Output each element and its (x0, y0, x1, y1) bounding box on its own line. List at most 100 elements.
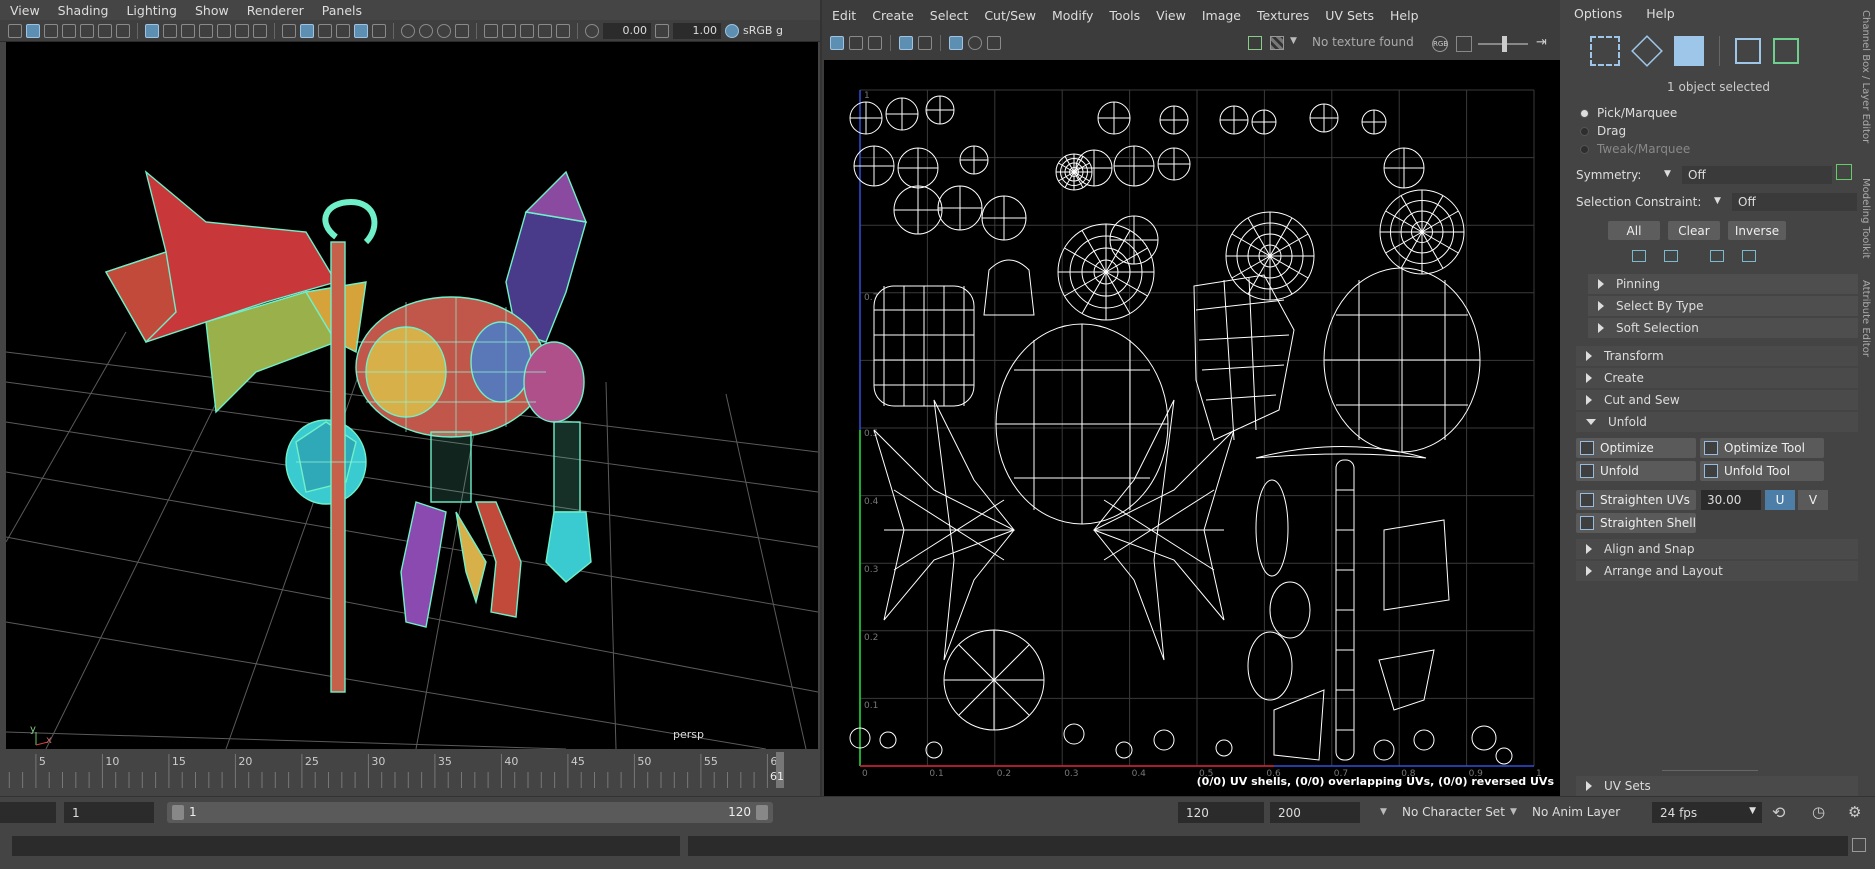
section-uv-sets[interactable]: UV Sets (1576, 776, 1858, 796)
section-create[interactable]: Create (1576, 368, 1858, 388)
section-arrange-and-layout[interactable]: Arrange and Layout (1576, 561, 1858, 581)
film-gate-icon[interactable] (163, 23, 177, 38)
exposure-field[interactable]: 0.00 (603, 22, 651, 39)
checker-dropdown-icon[interactable]: ▼ (1290, 36, 1297, 46)
straighten-u-toggle[interactable]: U (1765, 490, 1795, 510)
safe-action-icon[interactable] (235, 23, 249, 38)
unfold-button[interactable]: Unfold (1576, 461, 1696, 481)
anti-aliasing-icon[interactable] (437, 23, 451, 38)
mode-tweak-marquee[interactable]: Tweak/Marquee (1580, 142, 1690, 156)
shrink-selection-icon[interactable] (1632, 250, 1646, 262)
grease-pencil-icon[interactable] (98, 23, 112, 38)
command-input[interactable] (12, 836, 680, 856)
use-all-lights-icon[interactable] (354, 23, 368, 38)
camera-attributes-icon[interactable] (44, 23, 58, 38)
character-set-label[interactable]: No Character Set (1402, 805, 1505, 819)
section-select-by-type[interactable]: Select By Type (1588, 296, 1858, 316)
uv-menu-help[interactable]: Help (1390, 8, 1419, 23)
uv-menu-create[interactable]: Create (872, 8, 914, 23)
loop-icon[interactable]: ⟲ (1772, 803, 1785, 822)
symmetry-dropdown[interactable]: Off (1682, 166, 1832, 184)
uv-distortion-icon[interactable] (968, 36, 982, 50)
straighten-v-toggle[interactable]: V (1798, 490, 1828, 510)
optimize-button[interactable]: Optimize (1576, 438, 1696, 458)
symmetry-settings-icon[interactable] (1836, 164, 1852, 180)
rgb-channel-icon[interactable]: RGB (1432, 36, 1448, 52)
wireframe-icon[interactable] (282, 23, 296, 38)
field-chart-icon[interactable] (217, 23, 231, 38)
exposure-toggle-icon[interactable] (1456, 36, 1472, 52)
colorspace-label[interactable]: sRGB g (743, 24, 783, 37)
panel-splitter[interactable] (1662, 770, 1758, 771)
straighten-shell-button[interactable]: Straighten Shell (1576, 513, 1696, 533)
select-shortest-path-icon[interactable] (1742, 250, 1756, 262)
uv-checker-icon[interactable] (849, 36, 863, 50)
uv-canvas[interactable]: 1 0.7 0.5 0.4 0.3 0.2 0.1 0 0.1 0.2 0.3 0.4 0.5 0.6 0.… (824, 60, 1560, 796)
shadows-icon[interactable] (372, 23, 386, 38)
uv-menu-edit[interactable]: Edit (832, 8, 856, 23)
uv-mode-icon[interactable] (1590, 36, 1620, 66)
anim-layer-dropdown-icon[interactable]: ▼ (1510, 807, 1517, 817)
section-align-and-snap[interactable]: Align and Snap (1576, 539, 1858, 559)
select-inverse-button[interactable]: Inverse (1728, 221, 1786, 240)
mode-drag[interactable]: Drag (1580, 124, 1626, 138)
anim-layer-label[interactable]: No Anim Layer (1532, 805, 1620, 819)
uv-menu-view[interactable]: View (1156, 8, 1186, 23)
start-time-field[interactable] (0, 802, 56, 823)
straighten-uvs-button[interactable]: Straighten UVs (1576, 490, 1696, 510)
section-unfold[interactable]: Unfold (1576, 412, 1858, 432)
uv-menu-cut-sew[interactable]: Cut/Sew (984, 8, 1036, 23)
toolkit-menu-help[interactable]: Help (1646, 6, 1675, 21)
multi-component-icon[interactable] (1773, 38, 1799, 64)
constraint-chevron-icon[interactable]: ▼ (1714, 196, 1721, 206)
image-display-icon[interactable] (1248, 36, 1262, 50)
wireframe-on-shaded-icon[interactable] (318, 23, 332, 38)
preferences-icon[interactable]: ⚙ (1848, 803, 1861, 821)
xray-joints-icon[interactable] (520, 23, 534, 38)
textured-icon[interactable] (336, 23, 350, 38)
uv-display-grid-icon[interactable] (949, 36, 963, 50)
animation-end-field[interactable]: 200 (1270, 802, 1360, 823)
uv-grid-icon[interactable] (899, 36, 913, 50)
radio-drag[interactable] (1580, 126, 1589, 136)
time-slider[interactable]: 51015202530354045505560 61 (0, 752, 820, 792)
radio-tweak[interactable] (1580, 144, 1589, 154)
backface-icon[interactable] (556, 23, 570, 38)
gate-mask-icon[interactable] (199, 23, 213, 38)
radio-pick[interactable] (1580, 108, 1589, 118)
menu-shading[interactable]: Shading (58, 3, 109, 18)
script-editor-icon[interactable] (1852, 838, 1866, 852)
isolate-select-icon[interactable] (484, 23, 498, 38)
2d-pan-zoom-icon[interactable] (116, 23, 130, 38)
mode-pick-marquee[interactable]: Pick/Marquee (1580, 106, 1677, 120)
fps-dropdown[interactable]: 24 fps ▼ (1652, 802, 1762, 823)
checker-icon[interactable] (1270, 36, 1284, 50)
uv-menu-image[interactable]: Image (1202, 8, 1241, 23)
uv-menu-select[interactable]: Select (930, 8, 969, 23)
face-mode-icon[interactable] (1674, 36, 1704, 66)
exposure-icon[interactable] (585, 23, 599, 38)
tab-modeling-toolkit[interactable]: Modeling Toolkit (1860, 178, 1871, 259)
smooth-shade-icon[interactable] (300, 23, 314, 38)
menu-renderer[interactable]: Renderer (247, 3, 304, 18)
grid-icon[interactable] (145, 23, 159, 38)
menu-lighting[interactable]: Lighting (126, 3, 177, 18)
section-transform[interactable]: Transform (1576, 346, 1858, 366)
depth-of-field-icon[interactable] (455, 23, 469, 38)
select-all-button[interactable]: All (1608, 221, 1660, 240)
range-start-handle[interactable] (172, 805, 184, 820)
symmetry-chevron-icon[interactable]: ▼ (1664, 169, 1671, 179)
collapse-toolbar-icon[interactable]: ⇥ (1536, 35, 1547, 50)
uv-snap-icon[interactable] (918, 36, 932, 50)
uv-menu-tools[interactable]: Tools (1109, 8, 1140, 23)
bookmark-icon[interactable] (62, 23, 76, 38)
motion-blur-icon[interactable] (419, 23, 433, 38)
section-soft-selection[interactable]: Soft Selection (1588, 318, 1858, 338)
xray-icon[interactable] (502, 23, 516, 38)
optimize-tool-button[interactable]: Optimize Tool (1700, 438, 1824, 458)
gamma-field[interactable]: 1.00 (673, 22, 721, 39)
select-camera-icon[interactable] (8, 23, 22, 38)
toolkit-menu-options[interactable]: Options (1574, 6, 1622, 21)
section-cut-and-sew[interactable]: Cut and Sew (1576, 390, 1858, 410)
xray-components-icon[interactable] (538, 23, 552, 38)
